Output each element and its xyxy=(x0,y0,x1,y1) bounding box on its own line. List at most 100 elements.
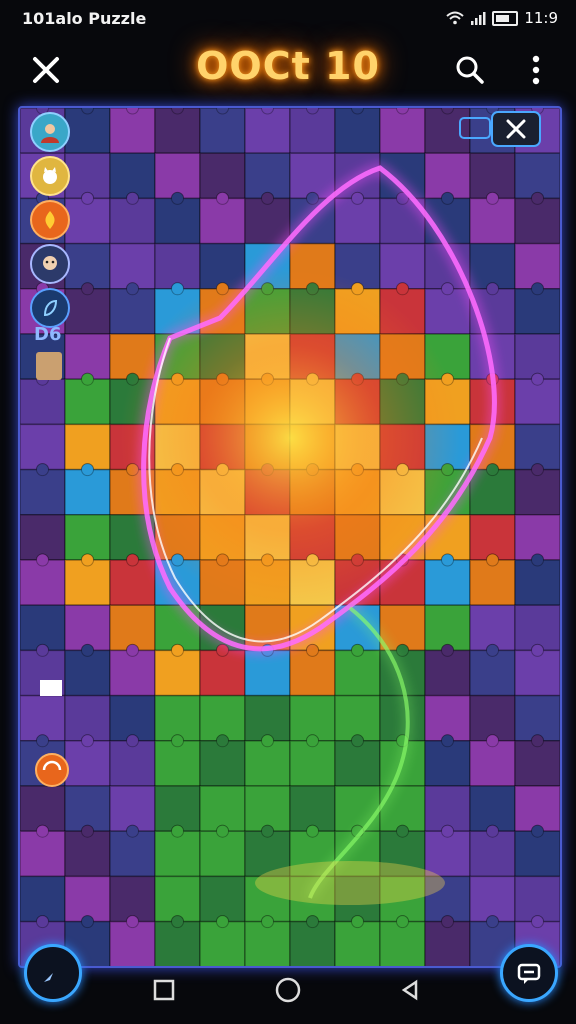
puzzle-piece[interactable] xyxy=(20,514,66,561)
puzzle-piece[interactable] xyxy=(424,559,471,606)
puzzle-piece[interactable] xyxy=(514,152,560,200)
puzzle-piece[interactable] xyxy=(154,197,201,245)
puzzle-piece[interactable] xyxy=(154,785,201,832)
puzzle-piece[interactable] xyxy=(514,694,560,742)
preview-tool-icon[interactable] xyxy=(40,680,62,696)
puzzle-piece[interactable] xyxy=(64,378,111,426)
puzzle-piece[interactable] xyxy=(109,242,156,290)
puzzle-piece[interactable] xyxy=(109,108,156,154)
puzzle-piece[interactable] xyxy=(424,830,471,878)
puzzle-piece[interactable] xyxy=(64,197,111,245)
puzzle-piece[interactable] xyxy=(64,830,111,878)
puzzle-piece[interactable] xyxy=(514,875,560,923)
puzzle-piece[interactable] xyxy=(154,875,201,923)
puzzle-piece[interactable] xyxy=(109,875,156,923)
puzzle-piece[interactable] xyxy=(289,694,336,742)
puzzle-piece[interactable] xyxy=(289,649,336,697)
puzzle-piece[interactable] xyxy=(289,920,336,966)
puzzle-piece[interactable] xyxy=(64,514,111,561)
puzzle-piece[interactable] xyxy=(514,468,560,516)
puzzle-piece[interactable] xyxy=(109,649,156,697)
puzzle-piece[interactable] xyxy=(424,604,471,652)
puzzle-piece[interactable] xyxy=(469,197,516,245)
puzzle-piece[interactable] xyxy=(109,785,156,832)
puzzle-piece[interactable] xyxy=(64,785,111,832)
puzzle-piece[interactable] xyxy=(514,242,560,290)
puzzle-piece[interactable] xyxy=(199,920,246,966)
chat-button[interactable] xyxy=(500,944,558,1002)
puzzle-piece[interactable] xyxy=(154,830,201,878)
puzzle-board[interactable] xyxy=(18,106,562,968)
puzzle-piece[interactable] xyxy=(379,920,426,966)
puzzle-piece[interactable] xyxy=(334,920,381,966)
puzzle-piece[interactable] xyxy=(514,288,560,335)
nav-back-button[interactable] xyxy=(396,976,424,1004)
puzzle-piece[interactable] xyxy=(244,152,291,200)
puzzle-piece[interactable] xyxy=(289,152,336,200)
puzzle-piece[interactable] xyxy=(424,694,471,742)
puzzle-piece[interactable] xyxy=(514,785,560,832)
avatar-fire-icon[interactable] xyxy=(30,200,70,240)
puzzle-piece[interactable] xyxy=(64,108,111,154)
puzzle-piece[interactable] xyxy=(514,830,560,878)
puzzle-piece[interactable] xyxy=(379,785,426,832)
puzzle-piece[interactable] xyxy=(469,830,516,878)
puzzle-piece[interactable] xyxy=(64,559,111,606)
hint-tool-button[interactable] xyxy=(35,753,69,787)
puzzle-piece[interactable] xyxy=(424,108,471,154)
puzzle-piece[interactable] xyxy=(109,830,156,878)
puzzle-piece[interactable] xyxy=(20,423,66,471)
puzzle-piece[interactable] xyxy=(244,785,291,832)
puzzle-piece[interactable] xyxy=(199,830,246,878)
puzzle-piece[interactable] xyxy=(514,649,560,697)
puzzle-piece[interactable] xyxy=(199,875,246,923)
puzzle-piece[interactable] xyxy=(424,920,471,966)
puzzle-piece[interactable] xyxy=(109,559,156,606)
puzzle-piece[interactable] xyxy=(64,740,111,787)
puzzle-piece[interactable] xyxy=(424,785,471,832)
puzzle-piece[interactable] xyxy=(469,649,516,697)
puzzle-piece[interactable] xyxy=(109,197,156,245)
puzzle-piece[interactable] xyxy=(20,875,66,923)
puzzle-piece[interactable] xyxy=(379,694,426,742)
puzzle-piece[interactable] xyxy=(289,740,336,787)
puzzle-piece[interactable] xyxy=(334,108,381,154)
puzzle-piece[interactable] xyxy=(469,559,516,606)
puzzle-piece[interactable] xyxy=(154,604,201,652)
puzzle-piece[interactable] xyxy=(289,604,336,652)
nav-home-button[interactable] xyxy=(272,974,304,1006)
puzzle-piece[interactable] xyxy=(199,108,246,154)
puzzle-piece[interactable] xyxy=(334,649,381,697)
puzzle-piece[interactable] xyxy=(154,740,201,787)
puzzle-piece[interactable] xyxy=(109,152,156,200)
puzzle-piece[interactable] xyxy=(334,197,381,245)
puzzle-piece[interactable] xyxy=(469,740,516,787)
puzzle-piece[interactable] xyxy=(424,288,471,335)
puzzle-piece[interactable] xyxy=(469,875,516,923)
puzzle-piece[interactable] xyxy=(64,288,111,335)
puzzle-piece[interactable] xyxy=(469,785,516,832)
puzzle-piece[interactable] xyxy=(64,242,111,290)
puzzle-piece[interactable] xyxy=(199,694,246,742)
puzzle-piece[interactable] xyxy=(244,920,291,966)
puzzle-piece[interactable] xyxy=(64,604,111,652)
puzzle-piece[interactable] xyxy=(109,740,156,787)
puzzle-piece[interactable] xyxy=(64,649,111,697)
puzzle-piece[interactable] xyxy=(244,694,291,742)
puzzle-piece[interactable] xyxy=(469,152,516,200)
puzzle-piece[interactable] xyxy=(154,152,201,200)
puzzle-piece[interactable] xyxy=(514,740,560,787)
avatar-leaf-icon[interactable] xyxy=(30,288,70,328)
puzzle-piece[interactable] xyxy=(244,108,291,154)
shop-icon[interactable] xyxy=(36,352,62,380)
puzzle-piece[interactable] xyxy=(514,514,560,561)
puzzle-piece[interactable] xyxy=(334,785,381,832)
puzzle-piece[interactable] xyxy=(469,514,516,561)
puzzle-piece[interactable] xyxy=(20,468,66,516)
puzzle-piece[interactable] xyxy=(199,649,246,697)
puzzle-piece[interactable] xyxy=(154,649,201,697)
puzzle-piece[interactable] xyxy=(64,875,111,923)
puzzle-piece[interactable] xyxy=(199,785,246,832)
puzzle-piece[interactable] xyxy=(20,694,66,742)
puzzle-piece[interactable] xyxy=(424,152,471,200)
